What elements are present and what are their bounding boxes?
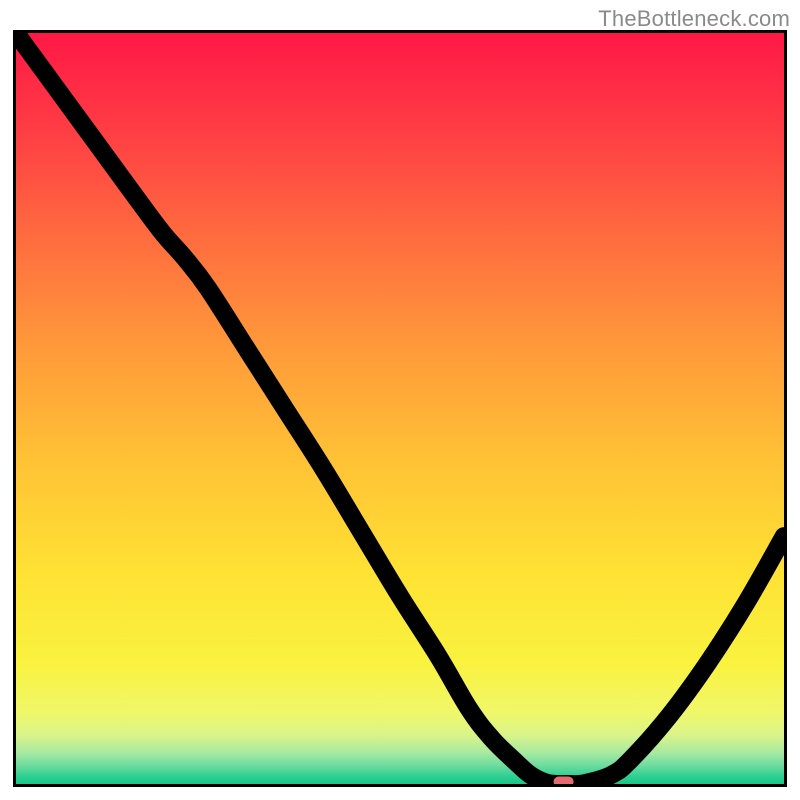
chart-container: TheBottleneck.com [0, 0, 800, 800]
watermark-text: TheBottleneck.com [598, 6, 790, 32]
chart-frame [13, 30, 787, 787]
bottleneck-curve [16, 33, 784, 784]
plot-area [16, 33, 784, 784]
optimal-marker [554, 776, 574, 784]
curve-layer [16, 33, 784, 784]
